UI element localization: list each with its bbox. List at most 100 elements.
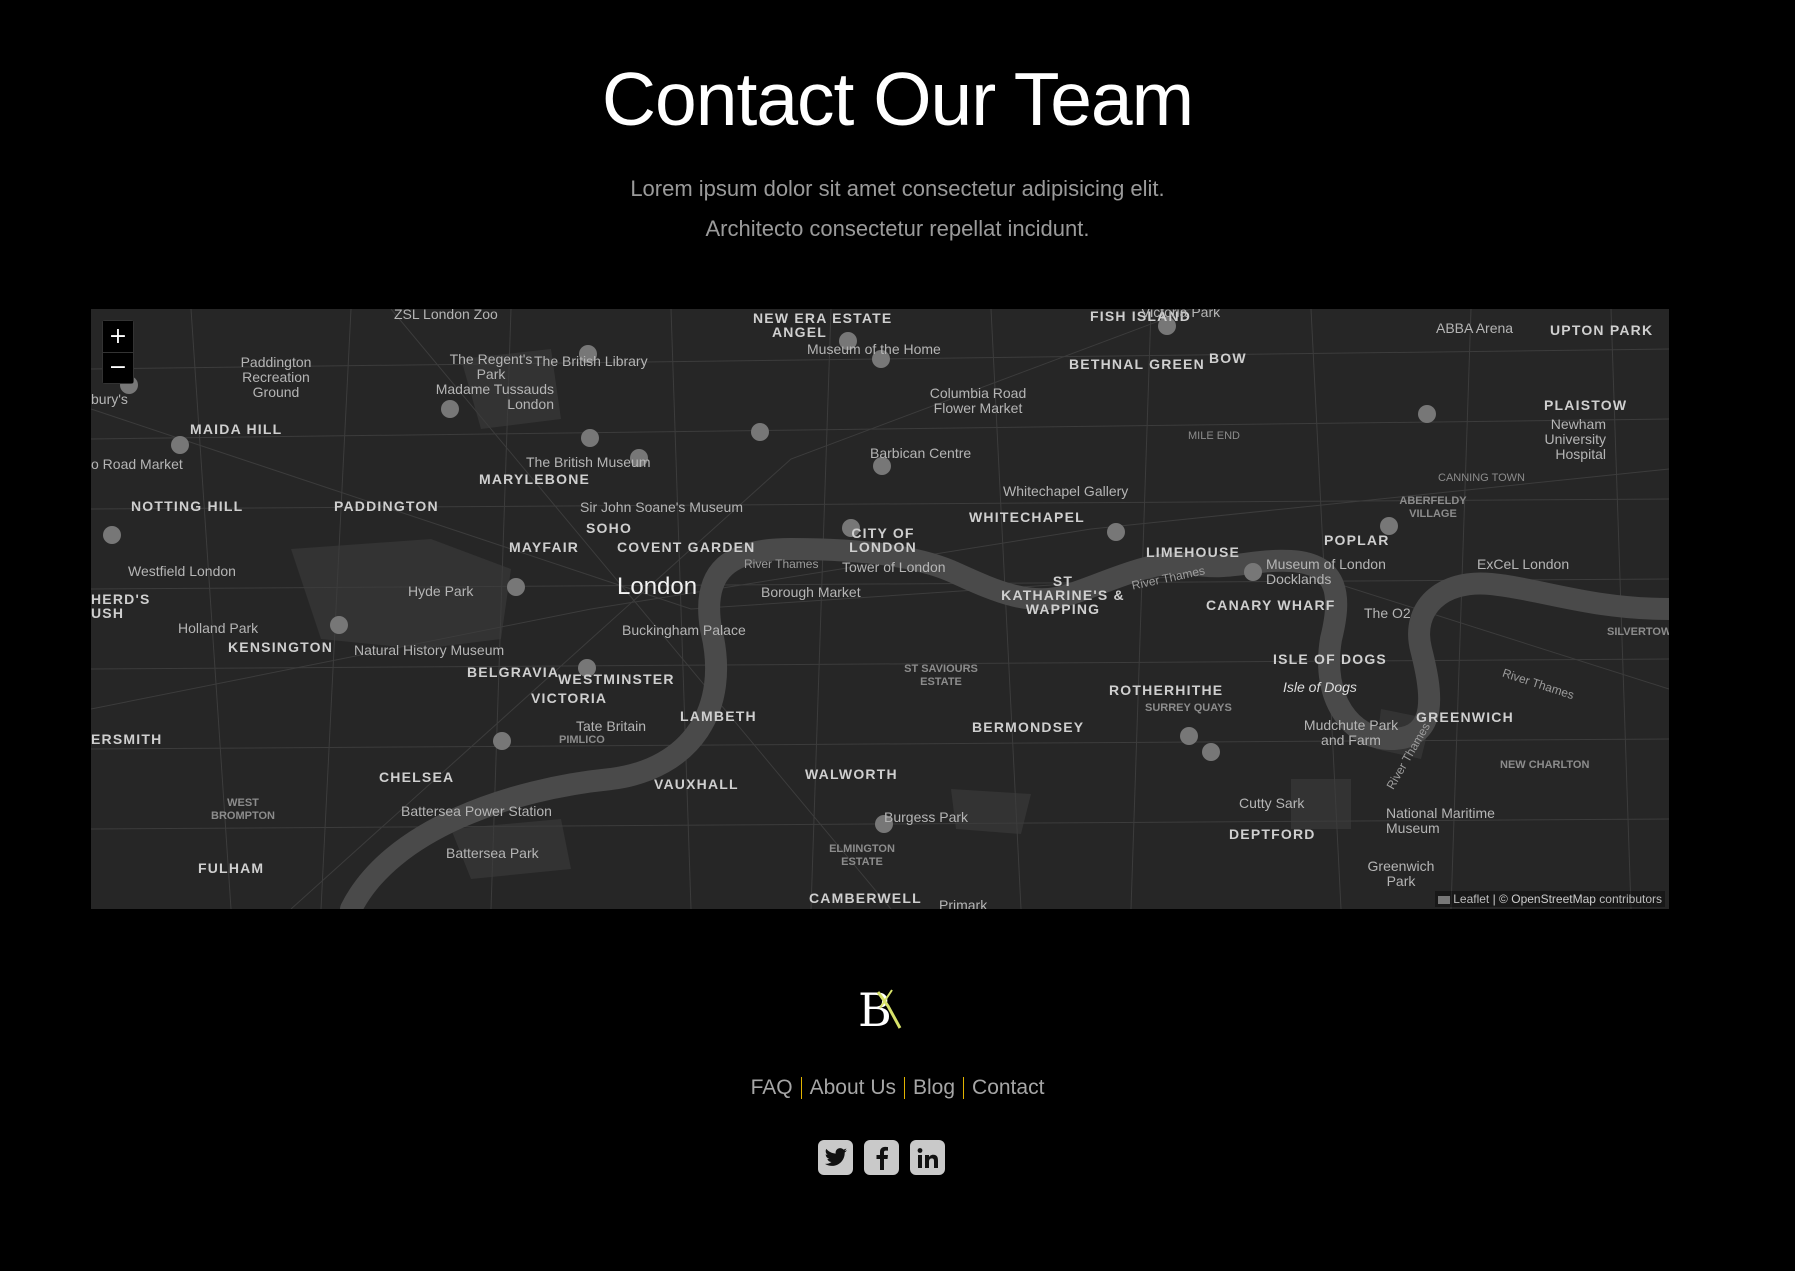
map-label: MARYLEBONE bbox=[479, 471, 591, 487]
map-label: GREENWICH bbox=[1416, 709, 1514, 725]
map-label: SOHO bbox=[586, 520, 633, 536]
map-label: VAUXHALL bbox=[654, 776, 739, 792]
map-label: PLAISTOW bbox=[1544, 397, 1628, 413]
map-label: NEW CHARLTON bbox=[1500, 759, 1590, 771]
map-label: MAIDA HILL bbox=[190, 421, 283, 437]
social-links bbox=[818, 1140, 945, 1175]
map-label: WALWORTH bbox=[805, 766, 898, 782]
map-city-label: London bbox=[617, 573, 698, 600]
subtitle-line-2: Architecto consectetur repellat incidunt… bbox=[705, 216, 1090, 241]
footer-link-about[interactable]: About Us bbox=[802, 1076, 904, 1099]
map-label: ST KATHARINE'S & WAPPING bbox=[1001, 573, 1125, 617]
footer-link-blog[interactable]: Blog bbox=[905, 1076, 963, 1099]
map-poi: bury's bbox=[91, 391, 128, 407]
osm-contributors-link[interactable]: contributors bbox=[1599, 892, 1662, 906]
map-label: NOTTING HILL bbox=[131, 498, 244, 514]
map-label: ISLE OF DOGS bbox=[1273, 651, 1387, 667]
map-label: MILE END bbox=[1188, 430, 1240, 442]
map-label: ST SAVIOURS ESTATE bbox=[904, 663, 978, 688]
map-label: MAYFAIR bbox=[509, 539, 580, 555]
map-label: LIMEHOUSE bbox=[1146, 544, 1241, 560]
subtitle-line-1: Lorem ipsum dolor sit amet consectetur a… bbox=[630, 176, 1165, 201]
map-label: VICTORIA bbox=[531, 690, 608, 706]
map-label: UPTON PARK bbox=[1550, 322, 1654, 338]
zoom-in-button[interactable]: + bbox=[103, 321, 133, 352]
map-label: COVENT GARDEN bbox=[617, 539, 756, 555]
map-label: BOW bbox=[1209, 350, 1247, 366]
map-label: POPLAR bbox=[1324, 532, 1390, 548]
map-label: BELGRAVIA bbox=[467, 664, 560, 680]
map-poi: Columbia Road Flower Market bbox=[929, 385, 1027, 416]
map-label: LAMBETH bbox=[680, 708, 757, 724]
svg-text:B: B bbox=[858, 984, 892, 1032]
brand-logo[interactable]: B bbox=[856, 984, 902, 1032]
map-poi: Holland Park bbox=[178, 620, 259, 636]
map-label: PADDINGTON bbox=[334, 498, 439, 514]
map-poi: Newham University Hospital bbox=[1544, 416, 1606, 462]
map-poi: Mudchute Park and Farm bbox=[1303, 717, 1399, 748]
map-label: CHELSEA bbox=[379, 769, 455, 785]
map-label: ANGEL bbox=[772, 324, 827, 340]
map-label: SURREY QUAYS bbox=[1145, 702, 1232, 714]
map-poi: The British Museum bbox=[526, 454, 651, 470]
map-poi: The Regent's Park bbox=[449, 351, 533, 382]
map-label: ROTHERHITHE bbox=[1109, 682, 1224, 698]
map-poi: Isle of Dogs bbox=[1283, 679, 1357, 695]
map-poi: Burgess Park bbox=[884, 809, 969, 825]
map-label: WEST BROMPTON bbox=[211, 797, 275, 822]
map-poi: National Maritime Museum bbox=[1386, 805, 1495, 836]
footer-nav: FAQ About Us Blog Contact bbox=[0, 1076, 1795, 1100]
map-poi: Buckingham Palace bbox=[622, 622, 746, 638]
map-poi: Paddington Recreation Ground bbox=[240, 354, 312, 400]
map-label: DEPTFORD bbox=[1229, 826, 1316, 842]
facebook-icon[interactable] bbox=[864, 1140, 899, 1175]
map-poi: ExCeL London bbox=[1477, 556, 1570, 572]
map-poi: Primark bbox=[939, 897, 988, 909]
map-poi: ZSL London Zoo bbox=[394, 309, 498, 322]
map-poi: Borough Market bbox=[761, 584, 861, 600]
map-poi: Victoria Park bbox=[1141, 309, 1221, 320]
flag-icon bbox=[1438, 895, 1451, 904]
map-poi: Battersea Park bbox=[446, 845, 539, 861]
map-poi: Greenwich Park bbox=[1367, 858, 1435, 889]
map-label: SILVERTOWN bbox=[1607, 626, 1669, 638]
map-poi: Battersea Power Station bbox=[401, 803, 552, 819]
linkedin-icon[interactable] bbox=[910, 1140, 945, 1175]
map-label: ELMINGTON ESTATE bbox=[829, 843, 895, 868]
map-label: WESTMINSTER bbox=[558, 671, 675, 687]
map-poi: Hyde Park bbox=[408, 583, 474, 599]
map-label: ERSMITH bbox=[91, 731, 163, 747]
zoom-out-button[interactable]: − bbox=[103, 352, 133, 383]
map-attribution: Leaflet | © OpenStreetMap contributors bbox=[1435, 891, 1665, 907]
map-poi: Cutty Sark bbox=[1239, 795, 1305, 811]
map-label: CITY OF LONDON bbox=[849, 525, 917, 555]
map-label: BETHNAL GREEN bbox=[1069, 356, 1205, 372]
map-poi: The O2 bbox=[1364, 605, 1411, 621]
map-poi: Tower of London bbox=[842, 559, 946, 575]
map-label: WHITECHAPEL bbox=[969, 509, 1085, 525]
map-poi: Westfield London bbox=[128, 563, 236, 579]
map-label: ABERFELDY VILLAGE bbox=[1399, 495, 1467, 520]
map-poi: Madame Tussauds London bbox=[435, 381, 554, 412]
footer-link-contact[interactable]: Contact bbox=[964, 1076, 1052, 1099]
zoom-control: + − bbox=[102, 320, 134, 384]
river-label: River Thames bbox=[744, 557, 819, 571]
map-label: HERD'S USH bbox=[91, 591, 151, 621]
page-title: Contact Our Team bbox=[601, 57, 1194, 141]
map-poi: Museum of the Home bbox=[807, 341, 941, 357]
map-poi: Sir John Soane's Museum bbox=[580, 499, 743, 515]
map-poi: Museum of London Docklands bbox=[1266, 556, 1386, 587]
map-label: KENSINGTON bbox=[228, 639, 334, 655]
map-label: BERMONDSEY bbox=[972, 719, 1085, 735]
map-label: PIMLICO bbox=[559, 734, 605, 746]
map[interactable]: NEW ERA ESTATE ANGEL FISH ISLAND UPTON P… bbox=[91, 309, 1669, 909]
map-poi: The British Library bbox=[534, 353, 648, 369]
twitter-icon[interactable] bbox=[818, 1140, 853, 1175]
map-label: CANARY WHARF bbox=[1206, 597, 1336, 613]
map-poi: o Road Market bbox=[91, 456, 183, 472]
map-poi: ABBA Arena bbox=[1436, 320, 1514, 336]
map-poi: Barbican Centre bbox=[870, 445, 972, 461]
leaflet-link[interactable]: Leaflet bbox=[1453, 892, 1489, 906]
footer-link-faq[interactable]: FAQ bbox=[743, 1076, 801, 1099]
map-poi: Whitechapel Gallery bbox=[1003, 483, 1129, 499]
